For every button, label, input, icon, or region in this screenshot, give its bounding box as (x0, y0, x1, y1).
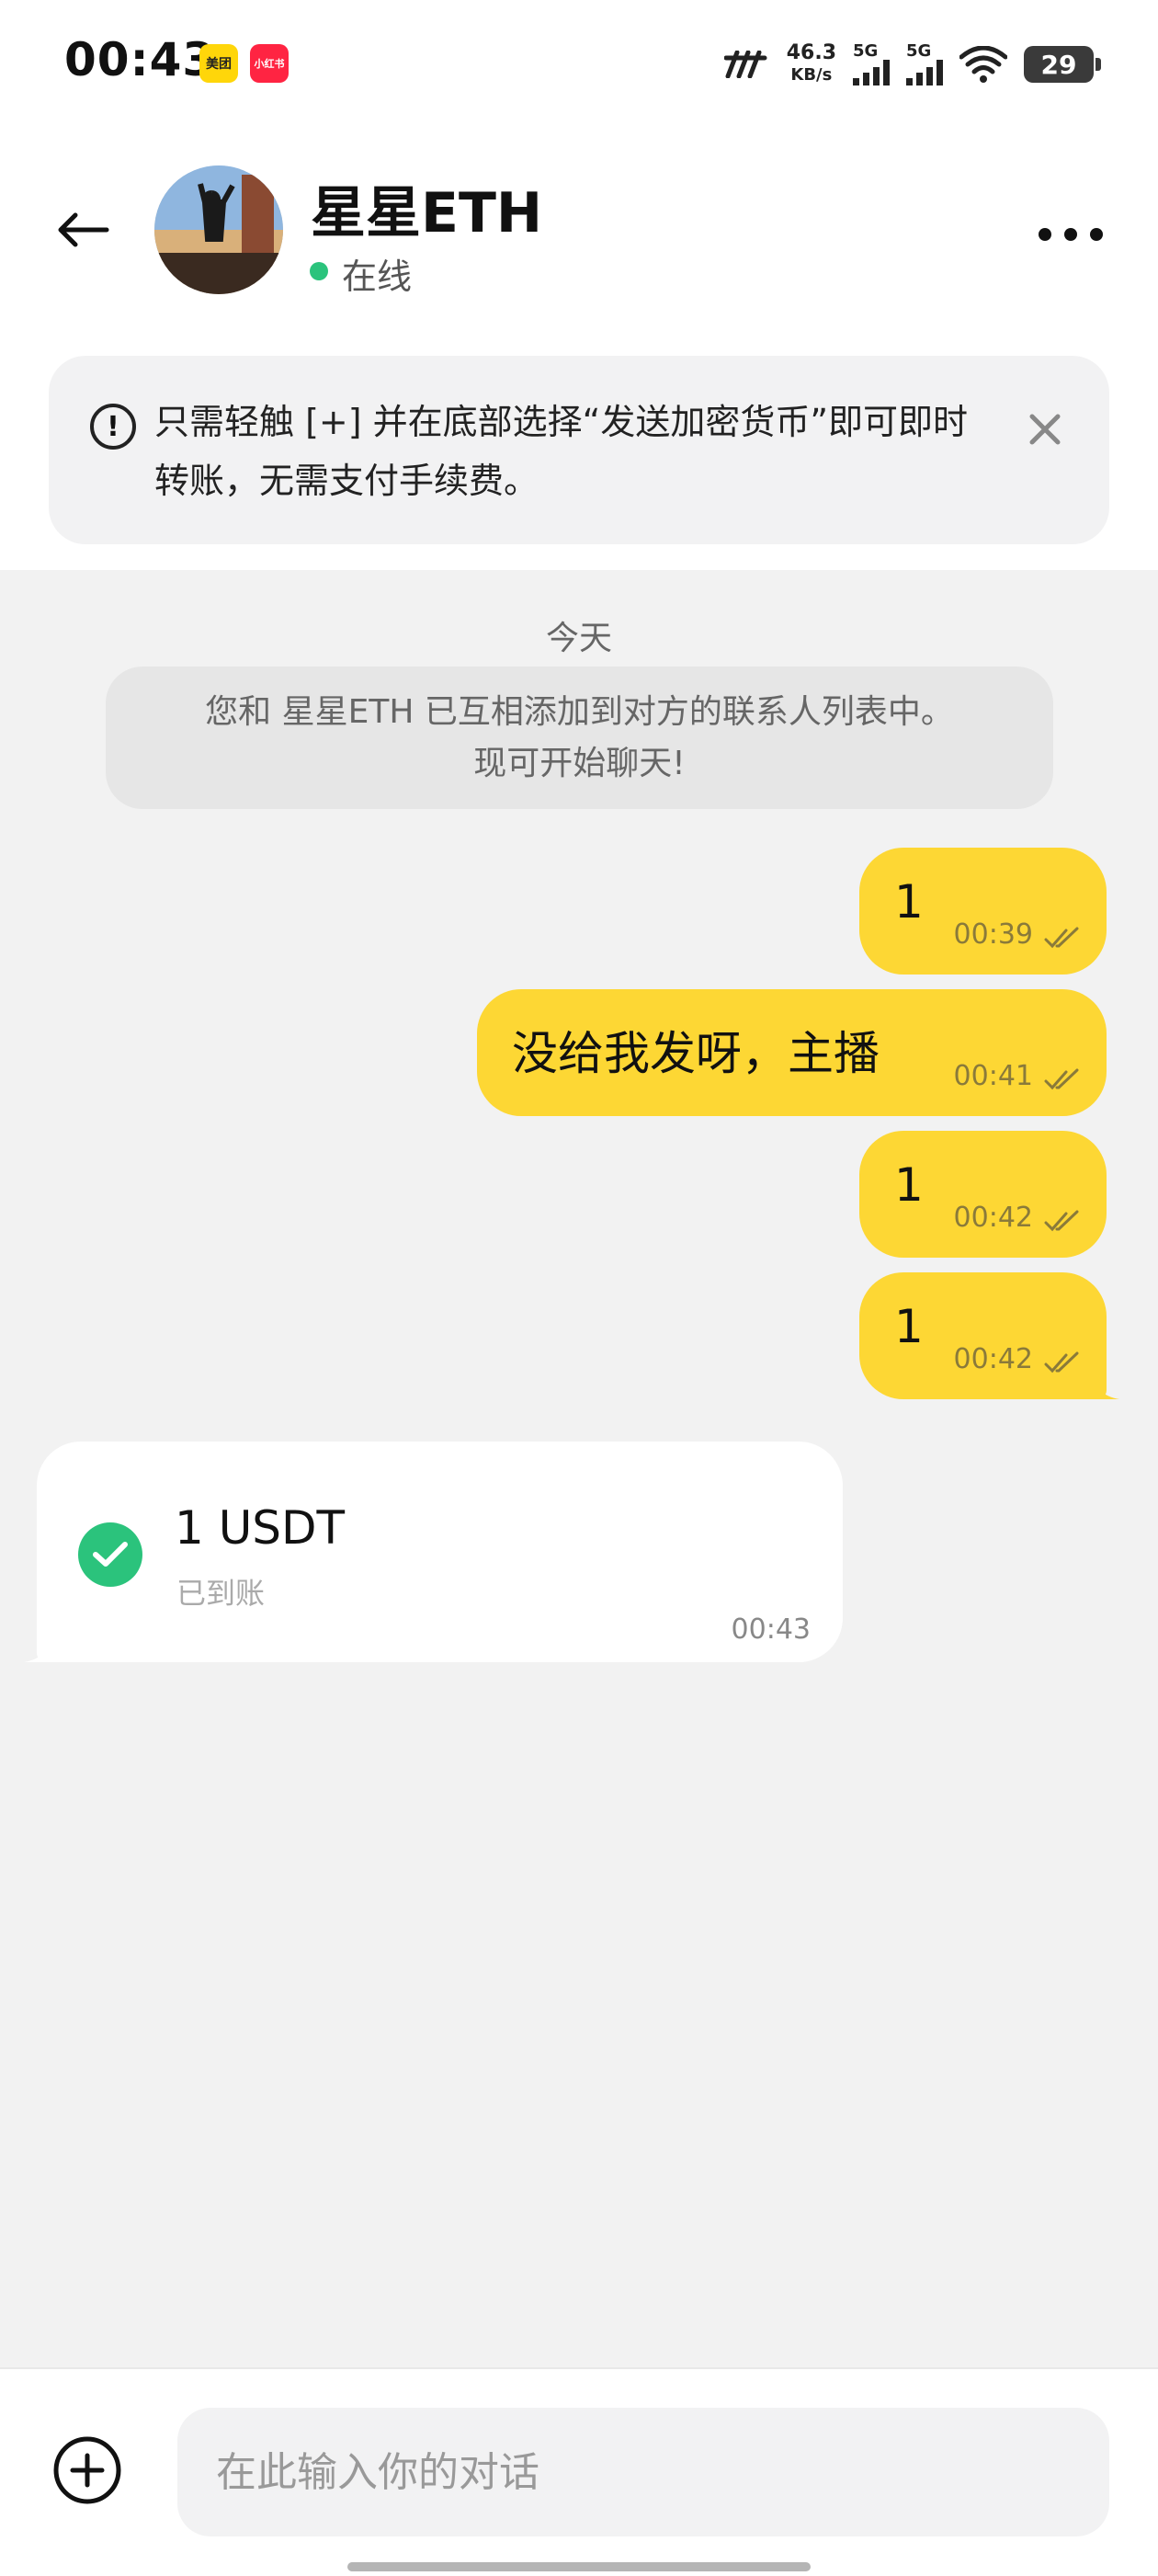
signal-1: 5G (853, 43, 890, 85)
signal-2: 5G (906, 43, 943, 85)
crypto-transfer-card[interactable]: 1 USDT 已到账 00:43 (24, 1442, 843, 1662)
date-separator: 今天 (545, 620, 612, 657)
outgoing-message[interactable]: 1 00:42 (859, 1131, 1107, 1258)
double-check-icon (1044, 1210, 1079, 1232)
status-time: 00:43 (64, 33, 216, 86)
message-time: 00:41 (953, 1060, 1033, 1092)
net-speed-value: 46.3 (786, 41, 836, 64)
crypto-tip-banner: ! 只需轻触 [+] 并在底部选择“发送加密货币”即可即时转账，无需支付手续费。 (49, 356, 1109, 544)
transfer-status: 已到账 (176, 1576, 266, 1611)
composer-bar (0, 2367, 1158, 2576)
signal-bars-icon (906, 60, 943, 85)
wifi-icon (959, 46, 1007, 83)
home-indicator[interactable] (347, 2562, 811, 2571)
signal-label: 5G (853, 41, 879, 61)
chat-header: 星星ETH 在线 (0, 124, 1158, 336)
arrow-left-icon (58, 212, 109, 247)
add-circle-icon[interactable] (51, 2434, 124, 2507)
more-options-button[interactable] (1039, 216, 1103, 253)
bubble-tail (1092, 1372, 1119, 1399)
back-button[interactable] (51, 198, 115, 262)
outgoing-message[interactable]: 1 00:39 (859, 848, 1107, 975)
system-message-line: 您和 星星ETH 已互相添加到对方的联系人列表中。 (205, 692, 954, 731)
more-dots-icon (1039, 228, 1051, 241)
avatar-image (154, 165, 283, 294)
meituan-badge-icon: 美团 (199, 44, 238, 83)
message-text: 没给我发呀，主播 (512, 1027, 880, 1080)
message-time: 00:39 (953, 918, 1033, 951)
system-message-line: 现可开始聊天! (473, 744, 686, 782)
contact-name: 星星ETH (311, 181, 543, 245)
status-bar: 00:43 美团 小红书 46.3 KB/s 5G 5G 29 (0, 0, 1158, 124)
battery-icon: 29 (1024, 46, 1101, 83)
avatar[interactable] (154, 165, 283, 294)
close-icon (1029, 414, 1061, 445)
message-text: 1 (894, 1158, 924, 1212)
banner-close-button[interactable] (1017, 402, 1073, 457)
info-exclamation-icon: ! (90, 404, 136, 450)
net-speed: 46.3 KB/s (787, 42, 836, 86)
system-message: 您和 星星ETH 已互相添加到对方的联系人列表中。 现可开始聊天! (106, 667, 1053, 809)
bubble-tail (24, 1635, 51, 1662)
message-input[interactable] (177, 2408, 1109, 2536)
outgoing-message[interactable]: 1 00:42 (859, 1272, 1119, 1399)
banner-text: 只需轻触 [+] 并在底部选择“发送加密货币”即可即时转账，无需支付手续费。 (154, 402, 969, 501)
more-dot (1090, 228, 1103, 241)
message-time: 00:42 (953, 1343, 1033, 1375)
transfer-amount: 1 USDT (175, 1501, 346, 1555)
double-check-icon (1044, 1351, 1079, 1373)
message-text: 1 (894, 875, 924, 929)
online-status-dot (310, 262, 328, 280)
more-dot (1064, 228, 1077, 241)
chat-area[interactable]: 今天 您和 星星ETH 已互相添加到对方的联系人列表中。 现可开始聊天! 1 0… (0, 570, 1158, 2367)
double-check-icon (1044, 1068, 1079, 1090)
online-status: 在线 (342, 256, 413, 297)
check-circle-icon (78, 1522, 142, 1587)
signal-bars-icon (853, 60, 890, 85)
nfc-icon (723, 51, 767, 78)
outgoing-message[interactable]: 没给我发呀，主播 00:41 (477, 989, 1107, 1116)
double-check-icon (1044, 927, 1079, 949)
message-time: 00:42 (953, 1202, 1033, 1234)
message-text: 1 (894, 1300, 924, 1353)
signal-label: 5G (906, 41, 932, 61)
net-speed-unit: KB/s (790, 65, 833, 85)
xiaohongshu-badge-icon: 小红书 (250, 44, 289, 83)
message-time: 00:43 (731, 1613, 811, 1646)
